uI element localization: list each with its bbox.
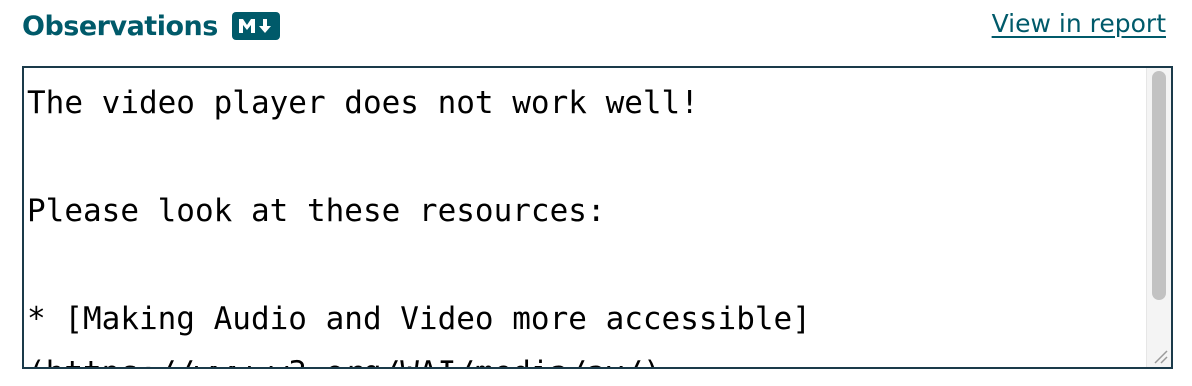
view-in-report-link[interactable]: View in report [992,6,1166,46]
field-header: Observations View in report [22,6,1166,46]
observations-textarea[interactable]: The video player does not work well! Ple… [22,66,1173,369]
vertical-scrollbar[interactable] [1146,68,1171,367]
field-label: Observations [22,10,218,42]
scrollbar-thumb[interactable] [1152,71,1166,300]
field-label-group: Observations [22,6,280,46]
resize-handle-icon[interactable] [1149,345,1169,365]
markdown-icon [231,12,280,40]
observations-field: Observations View in report The video pl… [0,0,1192,386]
observations-text[interactable]: The video player does not work well! Ple… [24,68,1147,367]
